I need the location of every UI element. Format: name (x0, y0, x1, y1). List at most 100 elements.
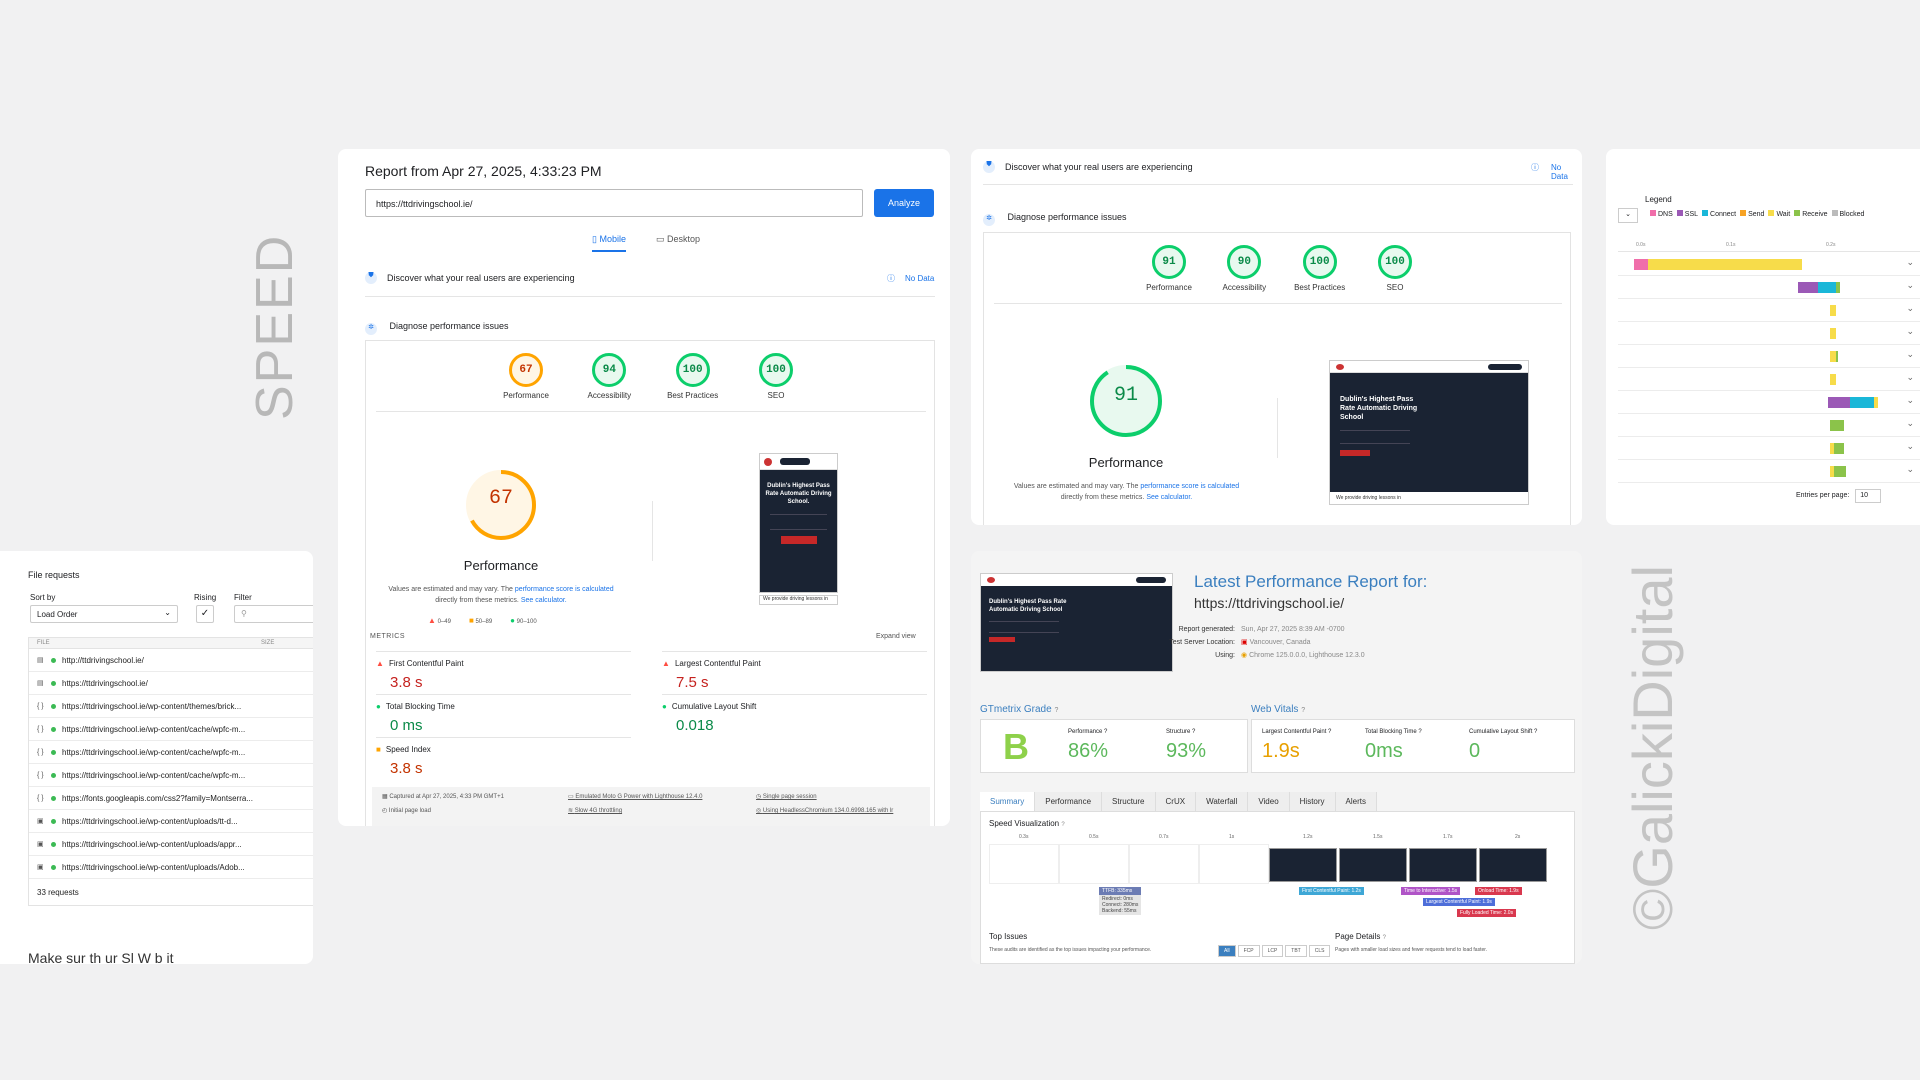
tab-history[interactable]: History (1289, 792, 1336, 811)
waterfall-row[interactable]: ⌄ (1618, 322, 1920, 345)
url-input[interactable]: https://ttdrivingschool.ie/ (365, 189, 863, 217)
tab-performance[interactable]: Performance (1035, 792, 1103, 811)
tab-summary[interactable]: Summary (980, 792, 1036, 811)
tbt-label: Total Blocking Time ? (1365, 729, 1422, 735)
waterfall-row[interactable]: ⌄ (1618, 368, 1920, 391)
metric-tbt-name: Total Blocking Time (385, 702, 455, 711)
gauge-seo-value: 100 (758, 353, 793, 387)
waterfall-row[interactable]: ⌄ (1618, 345, 1920, 368)
vertical-divider (652, 501, 653, 561)
metric-cls-name: Cumulative Layout Shift (671, 702, 757, 711)
tab-desktop[interactable]: ▭ Desktop (656, 234, 700, 245)
timing-bar (1834, 443, 1844, 454)
brand-vertical-label: ©GalickiDigital (1621, 565, 1684, 930)
filter-input[interactable]: ⚲ (234, 605, 313, 623)
gauge-performance-desktop[interactable]: 91 Performance (1134, 245, 1204, 292)
file-row[interactable]: { } https://ttdrivingschool.ie/wp-content… (29, 695, 313, 718)
rising-checkbox[interactable]: ✓ (196, 605, 214, 623)
chevron-down-icon[interactable]: ⌄ (1906, 280, 1914, 291)
file-row[interactable]: ▤ https://ttdrivingschool.ie/ (29, 672, 313, 695)
square-icon: ■ (468, 616, 474, 625)
filter-tbt[interactable]: TBT (1285, 945, 1307, 957)
expand-view-link[interactable]: Expand view (876, 633, 916, 640)
tab-waterfall[interactable]: Waterfall (1196, 792, 1249, 811)
performance-score-link[interactable]: performance score is calculated (1140, 483, 1239, 490)
chevron-down-icon[interactable]: ⌄ (1906, 464, 1914, 475)
viz-ticks: 0.3s 0.5s 0.7s 1s 1.2s 1.5s 1.7s 2s (989, 834, 1549, 844)
url-input-value: https://ttdrivingschool.ie/ (376, 199, 473, 209)
chevron-down-icon[interactable]: ⌄ (1906, 418, 1914, 429)
waterfall-row[interactable]: ⌄ (1618, 391, 1920, 414)
tick-1: 0.1s (1726, 242, 1736, 248)
file-table: FILE SIZE ▤ http://ttdrivingschool.ie/ ▤ ht… (28, 637, 313, 906)
gauge-accessibility[interactable]: 94 Accessibility (574, 353, 644, 403)
gauge-best-practices-desktop[interactable]: 100 Best Practices (1285, 245, 1355, 292)
waterfall-row[interactable]: ⌄ (1618, 299, 1920, 322)
tab-alerts[interactable]: Alerts (1335, 792, 1377, 811)
waterfall-row[interactable]: ⌄ (1618, 437, 1920, 460)
chevron-down-icon[interactable]: ⌄ (1906, 326, 1914, 337)
values-note-desktop-2: directly from these metrics. (1060, 494, 1147, 501)
status-dot (51, 795, 56, 801)
waterfall-row[interactable]: ⌄ (1618, 414, 1920, 437)
file-row[interactable]: { } https://ttdrivingschool.ie/wp-content… (29, 764, 313, 787)
file-row[interactable]: { } https://fonts.googleapis.com/css2?fam… (29, 787, 313, 810)
waterfall-row[interactable]: ⌄ (1618, 460, 1920, 483)
chevron-down-icon[interactable]: ⌄ (1906, 303, 1914, 314)
tab-crux[interactable]: CrUX (1155, 792, 1197, 811)
waterfall-row[interactable]: ⌄ (1618, 276, 1920, 299)
file-row[interactable]: ▣ https://ttdrivingschool.ie/wp-content/u… (29, 856, 313, 879)
filter-all[interactable]: All (1218, 945, 1236, 957)
chevron-down-icon[interactable]: ⌄ (1906, 349, 1914, 360)
filter-cls[interactable]: CLS (1308, 945, 1331, 957)
legend-title: Legend (1645, 195, 1672, 204)
calculator-link[interactable]: See calculator. (521, 597, 567, 604)
legend-label: DNS (1658, 211, 1673, 218)
file-row[interactable]: ▣ https://ttdrivingschool.ie/wp-content/u… (29, 833, 313, 856)
filter-lcp[interactable]: LCP (1261, 945, 1284, 957)
phone-cta (780, 458, 810, 465)
metric-fcp: ▲ First Contentful Paint 3.8 s (376, 651, 631, 691)
gauge-seo-desktop[interactable]: 100 SEO (1360, 245, 1430, 292)
desktop-shot-body (1340, 430, 1410, 444)
gauge-performance[interactable]: 67 Performance (491, 353, 561, 403)
check-icon: ✓ (200, 608, 210, 619)
legend-label: Wait (1776, 211, 1791, 218)
file-row[interactable]: { } https://ttdrivingschool.ie/wp-content… (29, 718, 313, 741)
waterfall-row[interactable]: ⌄ (1618, 253, 1920, 276)
file-row[interactable]: { } https://ttdrivingschool.ie/wp-content… (29, 741, 313, 764)
legend-label: Send (1748, 211, 1765, 218)
desktop-shot-nav (1330, 361, 1528, 373)
file-row[interactable]: ▤ http://ttdrivingschool.ie/ (29, 649, 313, 672)
footer-throttling[interactable]: ≋ Slow 4G throttling (568, 807, 622, 814)
tab-video[interactable]: Video (1248, 792, 1290, 811)
timing-bar (1830, 328, 1836, 339)
chevron-down-icon[interactable]: ⌄ (1906, 257, 1914, 268)
ttfb-detail: Redirect: 0ms Connect: 280ms Backend: 55… (1099, 895, 1142, 915)
footer-device-text: Emulated Moto G Power with Lighthouse 12… (575, 794, 703, 800)
legend-swatch (1768, 210, 1775, 216)
performance-score-link[interactable]: performance score is calculated (515, 586, 614, 593)
calculator-link[interactable]: See calculator. (1146, 494, 1192, 501)
chevron-down-icon[interactable]: ⌄ (1906, 395, 1914, 406)
analyze-button[interactable]: Analyze (874, 189, 934, 217)
gauge-seo[interactable]: 100 SEO (741, 353, 811, 403)
entries-select[interactable]: 10 (1855, 489, 1882, 503)
gauge-accessibility-desktop[interactable]: 90 Accessibility (1209, 245, 1279, 292)
footer-captured-text: Captured at Apr 27, 2025, 4:33 PM GMT+1 (389, 794, 504, 800)
file-row[interactable]: ▣ https://ttdrivingschool.ie/wp-content/u… (29, 810, 313, 833)
footer-device[interactable]: ▭ Emulated Moto G Power with Lighthouse … (568, 793, 702, 800)
report-title: Report from Apr 27, 2025, 4:33:23 PM (365, 163, 602, 179)
footer-browser[interactable]: ◎ Using HeadlessChromium 134.0.6998.165 … (756, 807, 893, 814)
chevron-down-icon[interactable]: ⌄ (1906, 441, 1914, 452)
triangle-icon: ▲ (376, 659, 384, 668)
tab-mobile[interactable]: ▯ Mobile (592, 234, 626, 252)
collapse-toggle[interactable]: ⌄ (1618, 208, 1638, 223)
gauge-best-practices[interactable]: 100 Best Practices (658, 353, 728, 403)
file-url: https://ttdrivingschool.ie/wp-content/ca… (62, 747, 246, 757)
chevron-down-icon[interactable]: ⌄ (1906, 372, 1914, 383)
footer-session[interactable]: ◷ Single page session (756, 793, 817, 800)
tab-structure[interactable]: Structure (1102, 792, 1156, 811)
sort-select[interactable]: Load Order ⌄ (30, 605, 178, 623)
filter-fcp[interactable]: FCP (1237, 945, 1260, 957)
